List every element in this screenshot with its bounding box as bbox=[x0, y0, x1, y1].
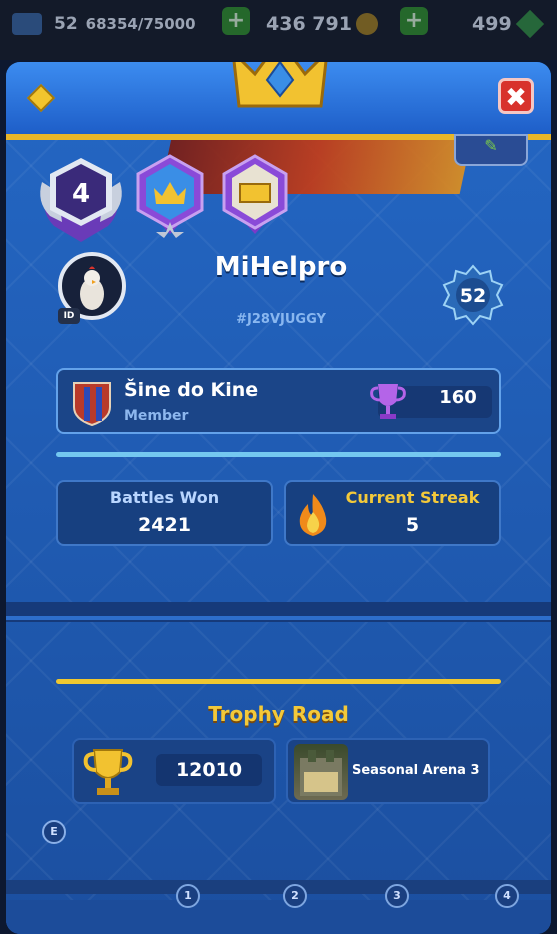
gems-value: 499 bbox=[472, 13, 512, 35]
gem-icon bbox=[515, 9, 544, 39]
player-tag[interactable]: #J28VJUGGY bbox=[156, 312, 406, 327]
player-id-badge[interactable]: ID bbox=[58, 308, 80, 324]
brush-icon[interactable]: ✎ bbox=[454, 134, 528, 166]
exp-level-badge: 52 bbox=[442, 264, 504, 326]
battles-won-box: Battles Won 2421 bbox=[56, 480, 273, 546]
arena-image bbox=[294, 744, 348, 800]
clan-info-box[interactable]: Šine do Kine Member 160 bbox=[56, 368, 501, 434]
purple-trophy-icon bbox=[370, 384, 406, 419]
level-badge-icon[interactable]: 4 bbox=[36, 152, 126, 244]
exp-level-value: 52 bbox=[460, 285, 486, 307]
clan-role: Member bbox=[124, 408, 189, 424]
xp-plus-button[interactable]: + bbox=[222, 7, 250, 35]
gold-trophy-icon bbox=[83, 749, 133, 795]
clan-shield-icon bbox=[73, 382, 111, 427]
current-streak-label: Current Streak bbox=[345, 488, 480, 507]
level-icon bbox=[12, 13, 42, 35]
trophy-road-title: Trophy Road bbox=[208, 702, 349, 726]
bottom-strip-lower bbox=[6, 900, 551, 934]
page-marker-4[interactable]: 4 bbox=[495, 884, 519, 908]
current-streak-box: Current Streak 5 bbox=[284, 480, 501, 546]
battles-won-label: Battles Won bbox=[109, 488, 220, 507]
diamond-icon bbox=[26, 83, 56, 113]
gold-value: 436 791 bbox=[266, 13, 352, 35]
player-name: MiHelpro bbox=[214, 252, 348, 282]
trophy-road-trophies-box[interactable]: 12010 bbox=[72, 738, 276, 804]
chicken-icon bbox=[80, 266, 104, 310]
page-marker-1[interactable]: 1 bbox=[176, 884, 200, 908]
level-value: 52 bbox=[54, 14, 78, 34]
page-marker-3[interactable]: 3 bbox=[385, 884, 409, 908]
level-badge-value: 4 bbox=[72, 179, 90, 209]
arena-icon bbox=[300, 750, 342, 796]
gold-coin-icon bbox=[355, 13, 378, 35]
battles-won-value: 2421 bbox=[138, 514, 191, 536]
xp-value: 68354/75000 bbox=[85, 15, 196, 33]
bottom-strip bbox=[6, 880, 551, 894]
gold-divider bbox=[56, 679, 501, 684]
clan-trophy-value: 160 bbox=[439, 387, 477, 408]
current-streak-value: 5 bbox=[405, 514, 420, 536]
profile-panel: ✖ ✎ 4 ID MiHelpro #J28VJUGGY 52 Šine do … bbox=[6, 62, 551, 934]
arena-name: Seasonal Arena 3 bbox=[352, 763, 480, 778]
level-xp-display: 52 68354/75000 bbox=[12, 10, 196, 38]
e-button[interactable]: E bbox=[42, 820, 66, 844]
gold-plus-button[interactable]: + bbox=[400, 7, 428, 35]
gold-display: 436 791 bbox=[266, 10, 378, 38]
arena-box[interactable]: Seasonal Arena 3 bbox=[286, 738, 490, 804]
card-badge-icon[interactable] bbox=[216, 152, 294, 240]
clan-name: Šine do Kine bbox=[124, 379, 259, 401]
crown-badge-icon[interactable] bbox=[130, 152, 210, 240]
trophy-count-value: 12010 bbox=[175, 759, 243, 781]
close-button[interactable]: ✖ bbox=[498, 78, 534, 114]
crown-icon bbox=[232, 62, 328, 108]
page-marker-2[interactable]: 2 bbox=[283, 884, 307, 908]
section-separator-line bbox=[6, 616, 551, 620]
divider bbox=[56, 452, 501, 457]
gems-display: 499 bbox=[472, 9, 544, 39]
